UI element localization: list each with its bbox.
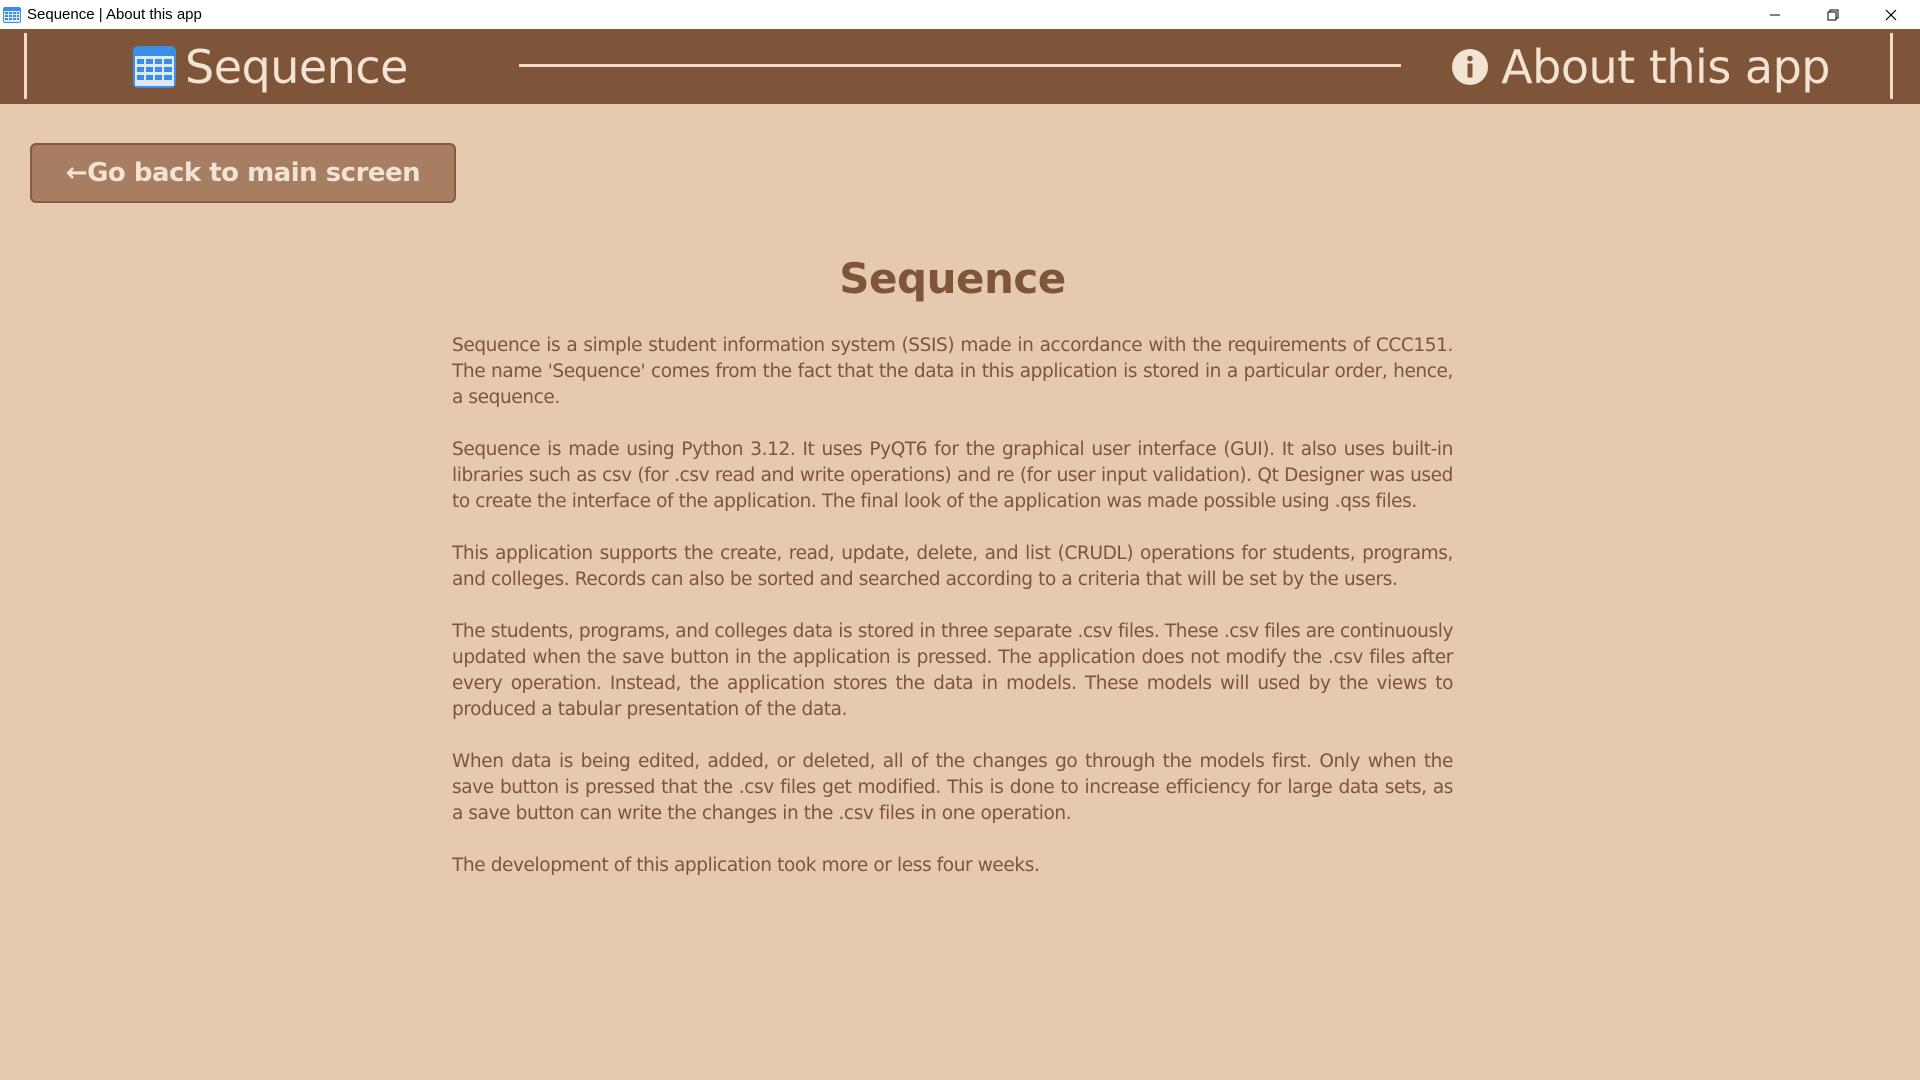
calendar-grid-icon [3, 6, 21, 23]
page-title: About this app [1501, 39, 1830, 94]
close-button[interactable] [1862, 0, 1920, 29]
minimize-icon [1770, 14, 1780, 15]
restore-button[interactable] [1804, 0, 1862, 29]
about-content: Sequence Sequence is a simple student in… [452, 254, 1453, 905]
app-header: Sequence About this app [0, 29, 1920, 104]
header-divider-line [519, 64, 1401, 67]
about-paragraph: When data is being edited, added, or del… [452, 751, 1453, 824]
back-to-main-button[interactable]: ←Go back to main screen [30, 143, 456, 203]
brand-title: Sequence [185, 39, 408, 94]
restore-icon [1827, 9, 1839, 20]
about-paragraph: The students, programs, and colleges dat… [452, 621, 1453, 720]
window-title: Sequence | About this app [27, 6, 202, 23]
about-title: Sequence [839, 254, 1066, 303]
info-icon [1452, 48, 1489, 85]
about-paragraph: Sequence is a simple student information… [452, 335, 1453, 408]
header-right-divider [1890, 33, 1893, 99]
about-paragraph: Sequence is made using Python 3.12. It u… [452, 439, 1453, 512]
page-heading: About this app [1451, 29, 1830, 104]
brand: Sequence [133, 29, 408, 104]
calendar-grid-icon [133, 45, 176, 88]
minimize-button[interactable] [1746, 0, 1804, 29]
window-titlebar[interactable]: Sequence | About this app [0, 0, 1920, 29]
window-controls [1746, 0, 1920, 29]
close-icon [1885, 9, 1897, 20]
about-paragraph: This application supports the create, re… [452, 543, 1453, 590]
about-paragraph: The development of this application took… [452, 855, 1040, 876]
header-left-divider [24, 33, 27, 99]
